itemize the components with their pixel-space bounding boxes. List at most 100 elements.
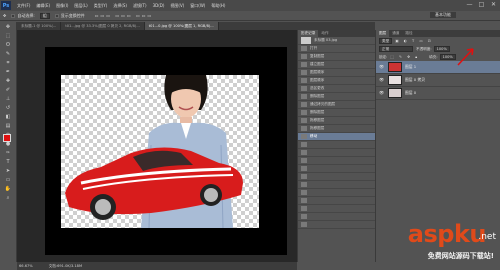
opacity-input[interactable]: 100% <box>433 46 450 52</box>
tab-paths[interactable]: 路径 <box>402 30 415 37</box>
history-step[interactable] <box>298 197 375 205</box>
minimize-button[interactable]: — <box>465 1 474 9</box>
quick-select-tool-icon[interactable]: ✎ <box>1 51 15 58</box>
close-button[interactable]: ✕ <box>489 1 498 9</box>
history-step[interactable]: 删除图层 <box>298 109 375 117</box>
history-step[interactable]: 图层顺序 <box>298 77 375 85</box>
menu-item-4[interactable]: 类型(Y) <box>94 3 108 9</box>
menu-item-1[interactable]: 编辑(E) <box>36 3 50 9</box>
menu-item-7[interactable]: 3D(D) <box>153 3 165 9</box>
history-step[interactable]: 建立图层 <box>298 61 375 69</box>
stamp-tool-icon[interactable]: ⊥ <box>1 96 15 103</box>
history-step-icon <box>301 206 307 211</box>
menu-item-2[interactable]: 图像(I) <box>56 3 68 9</box>
layer-name: 图层 1 <box>405 64 417 69</box>
lasso-tool-icon[interactable]: ʘ <box>1 42 15 49</box>
blend-mode-dropdown[interactable]: 正常 <box>379 46 413 52</box>
gradient-tool-icon[interactable]: ▤ <box>1 123 15 130</box>
history-brush-tool-icon[interactable]: ↺ <box>1 105 15 112</box>
document-info[interactable]: 文档:691.0K/3.18M <box>49 264 82 269</box>
history-step[interactable]: 通过拷贝的图层 <box>298 101 375 109</box>
history-step[interactable] <box>298 181 375 189</box>
history-step[interactable] <box>298 189 375 197</box>
visibility-eye-icon[interactable]: 👁︎ <box>379 91 385 95</box>
marquee-tool-icon[interactable]: ⬚ <box>1 33 15 40</box>
tab-history[interactable]: 历史记录 <box>298 30 319 37</box>
history-step[interactable] <box>298 213 375 221</box>
workspace-switcher[interactable]: 基本功能 <box>430 12 456 18</box>
history-step[interactable]: 图层顺序 <box>298 69 375 77</box>
window-controls: — □ ✕ <box>465 1 498 9</box>
history-step[interactable] <box>298 221 375 229</box>
fill-input[interactable]: 100% <box>439 54 456 60</box>
tab-channels[interactable]: 通道 <box>389 30 402 37</box>
history-step-icon <box>301 222 307 227</box>
history-step-label: 复制图层 <box>310 54 325 58</box>
eraser-tool-icon[interactable]: ◧ <box>1 114 15 121</box>
zoom-level[interactable]: 66.67% <box>19 264 33 268</box>
history-step[interactable]: 拖移图层 <box>298 117 375 125</box>
history-step-icon <box>301 198 307 203</box>
menu-item-3[interactable]: 图层(L) <box>74 3 87 9</box>
document-canvas[interactable] <box>61 75 259 229</box>
red-arrow-annotation <box>457 48 474 66</box>
tab-layers[interactable]: 图层 <box>376 30 390 37</box>
move-tool-icon[interactable]: ✥ <box>1 24 15 31</box>
healing-tool-icon[interactable]: ✚ <box>1 78 15 85</box>
history-step[interactable]: 选区更改 <box>298 85 375 93</box>
foreground-color-swatch[interactable] <box>3 134 11 142</box>
menu-item-10[interactable]: 帮助(H) <box>211 3 225 9</box>
history-step[interactable] <box>298 141 375 149</box>
tab-actions[interactable]: 动作 <box>318 30 331 37</box>
history-step-label: 图层顺序 <box>310 78 325 82</box>
visibility-eye-icon[interactable]: 👁︎ <box>379 78 385 82</box>
path-select-tool-icon[interactable]: ➤ <box>1 168 15 175</box>
crop-tool-icon[interactable]: ⌗ <box>1 60 15 67</box>
layer-row[interactable]: 👁︎ 图层 0 <box>376 87 500 100</box>
menu-item-5[interactable]: 选择(S) <box>113 3 127 9</box>
menu-item-6[interactable]: 滤镜(T) <box>133 3 147 9</box>
history-step[interactable]: 移动 <box>298 133 375 141</box>
history-step[interactable] <box>298 173 375 181</box>
type-tool-icon[interactable]: T <box>1 159 15 166</box>
auto-select-toggle[interactable]: 自动选择: <box>11 13 35 19</box>
history-step-icon <box>301 142 307 147</box>
eyedropper-tool-icon[interactable]: ✒ <box>1 69 15 76</box>
tab-document-2[interactable]: t01...jpg @ 33.3%(图层 0 拷贝 2, RGB/8)... <box>61 22 145 30</box>
layer-row[interactable]: 👁︎ 图层 1 <box>376 61 500 74</box>
history-step[interactable] <box>298 149 375 157</box>
tab-document-3[interactable]: t01...0.jpg @ 100%(图层 1, RGB/8)... <box>144 22 219 30</box>
history-snapshot[interactable]: 未标题 03.jpg <box>298 37 375 45</box>
history-step[interactable] <box>298 165 375 173</box>
pen-tool-icon[interactable]: ✑ <box>1 150 15 157</box>
layer-filter-dropdown[interactable]: 类型 <box>379 38 393 44</box>
lock-icons[interactable]: ⬚ ✎ ✥ 🔒︎ <box>390 55 419 59</box>
menu-item-8[interactable]: 视图(V) <box>170 3 184 9</box>
filter-icons[interactable]: ▣ ◐ T ▭ ⊡ <box>395 39 433 43</box>
dodge-tool-icon[interactable]: ● <box>1 141 15 148</box>
history-step[interactable] <box>298 157 375 165</box>
zoom-tool-icon[interactable]: ⌕ <box>1 195 15 202</box>
show-transform-toggle[interactable]: 显示变换控件 <box>54 13 85 19</box>
history-step[interactable] <box>298 205 375 213</box>
tab-document-1[interactable]: 未标题-1 @ 100%(... <box>17 22 62 30</box>
tools-panel: ✥ ⬚ ʘ ✎ ⌗ ✒ ✚ ✐ ⊥ ↺ ◧ ▤ ◍ ● ✑ T ➤ ▭ ✋ ⌕ <box>0 22 17 262</box>
history-step[interactable]: 删除图层 <box>298 93 375 101</box>
watermark-tagline: 免费网站源码下载站! <box>427 252 494 260</box>
brush-tool-icon[interactable]: ✐ <box>1 87 15 94</box>
history-step-icon <box>301 126 307 131</box>
hand-tool-icon[interactable]: ✋ <box>1 186 15 193</box>
history-step-icon <box>301 46 307 51</box>
menu-item-0[interactable]: 文件(F) <box>17 3 30 9</box>
menu-item-9[interactable]: 窗口(W) <box>190 3 205 9</box>
visibility-eye-icon[interactable]: 👁︎ <box>379 65 385 69</box>
history-step-icon <box>301 94 307 99</box>
align-icons[interactable]: ▭▭▭ ▭▭▭ ▭▭▭ <box>95 13 154 19</box>
history-step[interactable]: 复制图层 <box>298 53 375 61</box>
history-step[interactable]: 打开 <box>298 45 375 53</box>
auto-select-dropdown[interactable]: 组 <box>39 12 50 19</box>
layer-row[interactable]: 👁︎ 图层 0 拷贝 <box>376 74 500 87</box>
history-step[interactable]: 拖移图层 <box>298 125 375 133</box>
shape-tool-icon[interactable]: ▭ <box>1 177 15 184</box>
maximize-button[interactable]: □ <box>477 1 486 9</box>
